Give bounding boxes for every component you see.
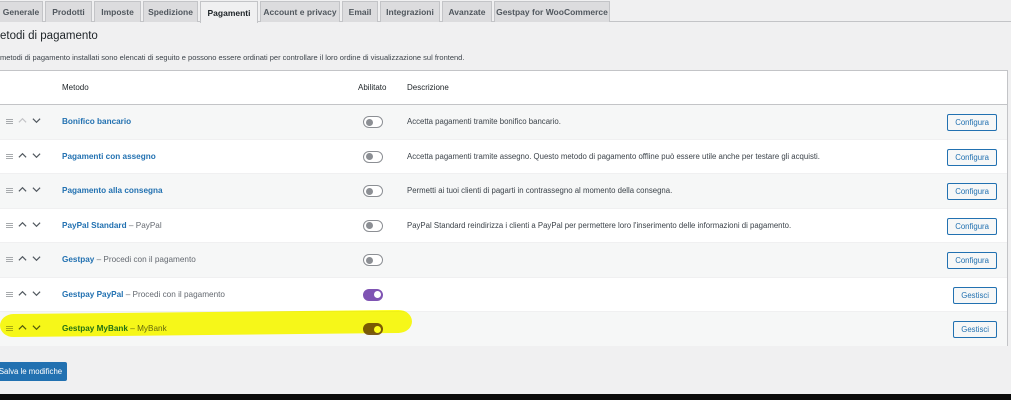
method-subtitle: – MyBank [127, 324, 167, 333]
tab-integrazioni[interactable]: Integrazioni [380, 1, 440, 22]
enabled-toggle[interactable] [363, 150, 383, 163]
table-row: Gestpay MyBank – MyBank Gestisci [0, 312, 1007, 347]
move-down-icon[interactable] [32, 323, 41, 332]
tab-gestpay-woocommerce[interactable]: Gestpay for WooCommerce [494, 1, 610, 22]
drag-handle-icon[interactable] [6, 119, 13, 124]
page-title: etodi di pagamento [0, 30, 98, 42]
toggle-knob [365, 187, 373, 195]
method-link[interactable]: Pagamento alla consegna [62, 186, 163, 195]
column-header-method: Metodo [62, 83, 89, 92]
move-down-icon[interactable] [32, 254, 41, 263]
enabled-toggle[interactable] [363, 323, 383, 335]
drag-handle-icon[interactable] [6, 257, 13, 262]
tab-pagamenti[interactable]: Pagamenti [200, 1, 258, 23]
move-down-icon[interactable] [32, 185, 41, 194]
payment-methods-table: Metodo Abilitato Descrizione Bonifico ba… [0, 70, 1008, 347]
method-link[interactable]: Gestpay [62, 255, 94, 264]
enabled-toggle[interactable] [363, 116, 383, 128]
table-row: PayPal Standard – PayPal PayPal Standard … [0, 209, 1007, 243]
table-row: Pagamento alla consegna Permetti ai tuoi … [0, 174, 1007, 209]
method-description: Permetti ai tuoi clienti di pagarti in c… [407, 186, 673, 195]
toggle-knob [373, 325, 381, 333]
move-up-icon[interactable] [18, 220, 27, 229]
enabled-toggle[interactable] [363, 254, 383, 266]
configure-button[interactable]: Configura [947, 252, 997, 269]
manage-button[interactable]: Gestisci [953, 286, 997, 304]
drag-handle-icon[interactable] [6, 188, 13, 193]
bottom-edge [0, 394, 1011, 400]
move-down-icon[interactable] [32, 151, 41, 160]
toggle-knob [365, 256, 373, 264]
toggle-knob [373, 291, 381, 298]
toggle-knob [365, 222, 373, 229]
move-down-icon[interactable] [32, 116, 41, 125]
method-name: Bonifico bancario [62, 117, 131, 126]
page-description: metodi di pagamento installati sono elen… [0, 53, 465, 62]
method-subtitle: – PayPal [126, 220, 162, 230]
move-up-icon[interactable] [18, 185, 27, 194]
move-up-icon[interactable] [18, 254, 27, 263]
table-row: Bonifico bancario Accetta pagamenti trami… [0, 105, 1007, 140]
move-up-icon[interactable] [18, 116, 27, 125]
method-description: PayPal Standard reindirizza i clienti a … [407, 220, 792, 230]
settings-tabs: Generale Prodotti Imposte Spedizione Pag… [0, 0, 1011, 23]
column-header-enabled: Abilitato [358, 83, 387, 92]
move-down-icon[interactable] [32, 289, 41, 298]
method-name: Pagamento alla consegna [62, 186, 163, 195]
method-description: Accetta pagamenti tramite assegno. Quest… [407, 151, 820, 161]
drag-handle-icon[interactable] [6, 291, 13, 297]
tab-spedizione[interactable]: Spedizione [143, 1, 198, 22]
move-up-icon[interactable] [18, 151, 27, 160]
method-link[interactable]: Gestpay MyBank [62, 324, 128, 333]
configure-button[interactable]: Configura [947, 217, 997, 235]
tab-prodotti[interactable]: Prodotti [45, 1, 92, 22]
enabled-toggle[interactable] [363, 288, 383, 301]
drag-handle-icon[interactable] [6, 326, 13, 331]
method-link[interactable]: Bonifico bancario [62, 117, 131, 126]
method-subtitle: – Procedi con il pagamento [94, 255, 196, 264]
move-down-icon[interactable] [32, 220, 41, 229]
drag-handle-icon[interactable] [6, 222, 13, 228]
save-changes-button[interactable]: Salva le modifiche [0, 362, 67, 381]
tab-generale[interactable]: Generale [0, 1, 43, 22]
drag-handle-icon[interactable] [6, 153, 13, 159]
toggle-knob [365, 118, 373, 126]
enabled-toggle[interactable] [363, 185, 383, 197]
method-name: Pagamenti con assegno [62, 152, 156, 161]
tab-email[interactable]: Email [342, 1, 378, 22]
method-name: PayPal Standard – PayPal [62, 221, 162, 230]
table-row: Gestpay – Procedi con il pagamento Config… [0, 243, 1007, 278]
tab-account-privacy[interactable]: Account e privacy [260, 1, 340, 22]
move-up-icon[interactable] [18, 289, 27, 298]
method-subtitle: – Procedi con il pagamento [123, 289, 225, 299]
method-link[interactable]: PayPal Standard [62, 221, 127, 230]
table-header: Metodo Abilitato Descrizione [0, 71, 1007, 105]
method-description: Accetta pagamenti tramite bonifico banca… [407, 117, 561, 126]
method-link[interactable]: Gestpay PayPal [62, 290, 123, 299]
configure-button[interactable]: Configura [947, 148, 997, 166]
enabled-toggle[interactable] [363, 219, 383, 232]
method-name: Gestpay PayPal – Procedi con il pagament… [62, 290, 225, 299]
configure-button[interactable]: Configura [947, 183, 997, 200]
configure-button[interactable]: Configura [947, 114, 997, 131]
method-name: Gestpay – Procedi con il pagamento [62, 255, 196, 264]
tab-avanzate[interactable]: Avanzate [442, 1, 492, 22]
tab-imposte[interactable]: Imposte [94, 1, 141, 22]
toggle-knob [365, 153, 373, 160]
table-row: Gestpay PayPal – Procedi con il pagament… [0, 278, 1007, 312]
column-header-description: Descrizione [407, 83, 449, 92]
method-name: Gestpay MyBank – MyBank [62, 324, 167, 333]
method-link[interactable]: Pagamenti con assegno [62, 152, 156, 161]
manage-button[interactable]: Gestisci [953, 321, 997, 338]
table-row: Pagamenti con assegno Accetta pagamenti t… [0, 140, 1007, 174]
move-up-icon[interactable] [18, 323, 27, 332]
